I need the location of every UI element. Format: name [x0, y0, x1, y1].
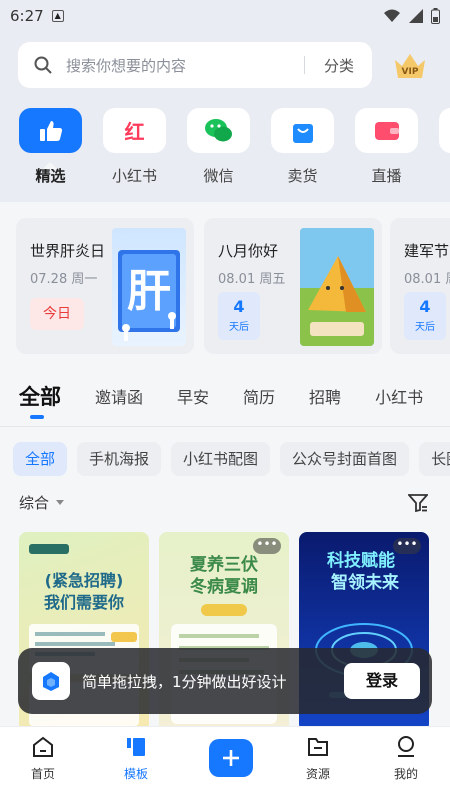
top-section: 搜索你想要的内容 分类 VIP 精选 红 小红书 微信 卖货 直播 — [0, 32, 450, 202]
holiday-date: 08.01 周五 — [404, 272, 450, 287]
login-prompt-toast: 简单拖拉拽，1分钟做出好设计 登录 — [18, 648, 432, 714]
days-unit: 天后 — [415, 322, 435, 333]
category-item-xiaohongshu[interactable]: 红 小红书 — [103, 108, 166, 198]
holiday-date: 07.28 周一 — [30, 272, 98, 287]
education-icon — [439, 108, 450, 153]
holiday-title: 八月你好 — [218, 242, 279, 260]
status-time: 6:27 — [10, 7, 44, 25]
wechat-icon — [204, 118, 232, 141]
search-input[interactable]: 搜索你想要的内容 — [66, 55, 186, 76]
tab-active-indicator — [30, 415, 44, 419]
nav-label: 模板 — [123, 767, 148, 781]
template-headline: 智领未来 — [331, 572, 400, 593]
vip-icon[interactable]: VIP — [393, 50, 427, 80]
template-more-button[interactable]: ••• — [253, 538, 281, 554]
tabs-divider — [0, 426, 450, 427]
category-item-wechat[interactable]: 微信 — [187, 108, 250, 198]
holiday-cards: 世界肝炎日 07.28 周一 今日 肝 八月你好 08.01 周五 4 天后 建… — [16, 218, 450, 356]
sim-icon: ▲ — [51, 10, 64, 22]
holiday-card-army-day[interactable]: 建军节 08.01 周五 4 天后 — [390, 218, 450, 354]
holiday-title: 建军节 — [404, 242, 450, 260]
chip-all[interactable]: 全部 — [13, 442, 68, 476]
days-after-badge: 4 天后 — [404, 292, 446, 340]
today-badge: 今日 — [30, 298, 84, 330]
category-item-live[interactable]: 直播 — [355, 108, 418, 198]
plus-icon — [223, 750, 239, 766]
tab-all[interactable]: 全部 — [19, 381, 61, 411]
holiday-title: 世界肝炎日 — [30, 242, 106, 260]
search-icon — [34, 56, 52, 74]
thumbs-up-icon — [39, 120, 62, 141]
nav-templates[interactable]: 模板 — [106, 735, 166, 782]
bottom-navigation: 首页 模板 资源 我的 — [0, 726, 450, 800]
create-button[interactable] — [209, 739, 253, 777]
template-headline: 科技赋能 — [327, 550, 395, 571]
category-button[interactable]: 分类 — [324, 55, 354, 76]
tab-invitation[interactable]: 邀请函 — [95, 384, 143, 408]
chip-long-image[interactable]: 长图 — [419, 442, 450, 476]
sort-dropdown[interactable]: 综合 — [19, 492, 65, 513]
shopping-bag-icon — [292, 123, 313, 143]
chip-mobile-poster[interactable]: 手机海报 — [77, 442, 162, 476]
nav-home[interactable]: 首页 — [13, 735, 73, 782]
vip-badge-text: VIP — [402, 67, 419, 77]
tab-good-morning[interactable]: 早安 — [177, 384, 209, 408]
category-item-featured[interactable]: 精选 — [19, 108, 82, 198]
battery-icon — [431, 8, 440, 24]
wifi-icon — [384, 9, 400, 22]
search-bar[interactable]: 搜索你想要的内容 分类 — [18, 42, 372, 88]
template-headline: (紧急招聘) — [45, 571, 124, 590]
nav-resources[interactable]: 资源 — [288, 735, 348, 782]
filter-icon[interactable] — [408, 494, 428, 512]
category-row: 精选 红 小红书 微信 卖货 直播 教 — [0, 108, 450, 198]
sort-label: 综合 — [19, 494, 50, 512]
chip-wechat-cover[interactable]: 公众号封面首图 — [280, 442, 410, 476]
category-item-education[interactable]: 教 — [439, 108, 450, 198]
live-wallet-icon — [374, 121, 399, 140]
days-count: 4 — [233, 297, 245, 316]
search-divider — [304, 56, 305, 74]
tab-recruitment[interactable]: 招聘 — [309, 384, 341, 408]
hepatitis-poster-art: 肝 — [112, 228, 186, 346]
folder-icon — [308, 738, 328, 756]
status-bar: 6:27 ▲ — [0, 0, 450, 32]
chip-xiaohongshu-image[interactable]: 小红书配图 — [171, 442, 271, 476]
home-icon — [33, 736, 53, 757]
holiday-date: 08.01 周五 — [218, 272, 286, 287]
app-logo-icon — [32, 662, 70, 700]
category-label: 直播 — [371, 167, 402, 185]
category-pointer — [43, 162, 57, 169]
nav-label: 首页 — [30, 767, 55, 781]
template-icon — [127, 738, 145, 756]
template-headline: 我们需要你 — [44, 593, 124, 612]
signal-icon — [409, 9, 423, 23]
august-poster-art — [300, 228, 374, 346]
login-button[interactable]: 登录 — [344, 663, 420, 699]
template-headline: 夏养三伏 — [190, 554, 258, 575]
tab-resume[interactable]: 简历 — [243, 384, 275, 408]
poster-glyph: 肝 — [127, 266, 171, 317]
holiday-card-hello-august[interactable]: 八月你好 08.01 周五 4 天后 — [204, 218, 382, 354]
template-headline: 冬病夏调 — [190, 576, 258, 597]
xiaohongshu-icon: 红 — [124, 120, 145, 144]
category-item-selling[interactable]: 卖货 — [271, 108, 334, 198]
holiday-card-hepatitis-day[interactable]: 世界肝炎日 07.28 周一 今日 肝 — [16, 218, 194, 354]
nav-label: 我的 — [393, 767, 418, 781]
category-label: 微信 — [203, 167, 234, 185]
days-count: 4 — [419, 297, 431, 316]
category-label: 小红书 — [111, 167, 157, 185]
days-after-badge: 4 天后 — [218, 292, 260, 340]
caret-down-icon — [56, 499, 65, 505]
days-unit: 天后 — [229, 322, 249, 333]
tab-xiaohongshu[interactable]: 小红书 — [375, 384, 423, 408]
filter-chips: 全部 手机海报 小红书配图 公众号封面首图 长图 — [0, 442, 450, 476]
category-label: 卖货 — [287, 167, 318, 185]
toast-message: 简单拖拉拽，1分钟做出好设计 — [82, 672, 287, 691]
template-tabs: 全部 邀请函 早安 简历 招聘 小红书 电 — [0, 372, 450, 420]
template-more-button[interactable]: ••• — [393, 538, 421, 554]
nav-label: 资源 — [305, 767, 330, 781]
profile-icon — [398, 736, 414, 757]
nav-profile[interactable]: 我的 — [376, 735, 436, 782]
